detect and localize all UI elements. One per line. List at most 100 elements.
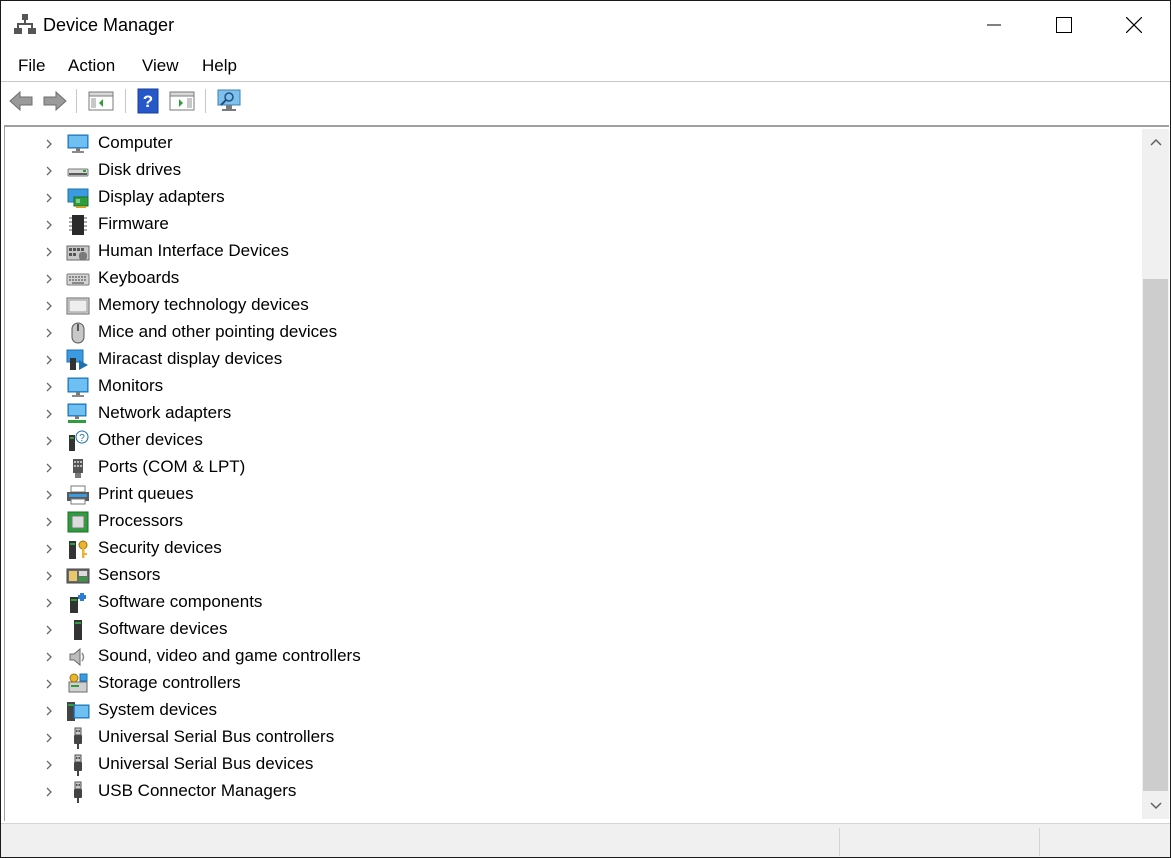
tree-item-label: Sensors xyxy=(98,565,161,584)
tree-item-label: Security devices xyxy=(98,538,222,557)
tree-item-disk[interactable]: Disk drives xyxy=(5,157,605,184)
tree-item-label: Human Interface Devices xyxy=(98,241,289,260)
port-icon xyxy=(73,459,83,478)
monitor-icon xyxy=(67,377,89,397)
chevron-right-icon[interactable] xyxy=(43,192,55,204)
back-button[interactable] xyxy=(7,87,35,115)
tree-item-software-component[interactable]: Software components xyxy=(5,589,605,616)
chevron-right-icon[interactable] xyxy=(43,759,55,771)
tree-item-other[interactable]: ? Other devices xyxy=(5,427,605,454)
svg-text:?: ? xyxy=(79,433,85,444)
close-button[interactable] xyxy=(1099,1,1169,49)
chevron-right-icon[interactable] xyxy=(43,165,55,177)
tree-item-usb[interactable]: Universal Serial Bus devices xyxy=(5,751,605,778)
tree-item-processor[interactable]: Processors xyxy=(5,508,605,535)
minimize-icon xyxy=(987,24,1001,26)
scroll-thumb[interactable] xyxy=(1143,279,1168,791)
processor-icon xyxy=(67,511,89,533)
chevron-right-icon[interactable] xyxy=(43,624,55,636)
tree-item-usb[interactable]: USB Connector Managers xyxy=(5,778,605,805)
tree-item-sound[interactable]: Sound, video and game controllers xyxy=(5,643,605,670)
tree-item-miracast[interactable]: Miracast display devices xyxy=(5,346,605,373)
show-hide-console-tree-icon xyxy=(88,91,114,111)
menu-action[interactable]: Action xyxy=(66,55,117,77)
hid-icon xyxy=(66,245,90,261)
tree-item-network[interactable]: Network adapters xyxy=(5,400,605,427)
toolbar: ? xyxy=(1,81,1170,119)
tree-item-hid[interactable]: Human Interface Devices xyxy=(5,238,605,265)
scroll-up-button[interactable] xyxy=(1142,129,1169,155)
tree-item-display-adapter[interactable]: Display adapters xyxy=(5,184,605,211)
chevron-right-icon[interactable] xyxy=(43,516,55,528)
tree-item-computer[interactable]: Computer xyxy=(5,130,605,157)
tree-item-software-device[interactable]: Software devices xyxy=(5,616,605,643)
menu-view[interactable]: View xyxy=(140,55,181,77)
title-bar[interactable]: Device Manager xyxy=(1,1,1170,49)
toolbar-separator xyxy=(205,89,206,113)
svg-text:?: ? xyxy=(143,92,153,111)
menu-help[interactable]: Help xyxy=(200,55,239,77)
chevron-right-icon[interactable] xyxy=(43,273,55,285)
device-tree[interactable]: Computer Disk drives Display adapters Firmw… xyxy=(5,129,1141,819)
chevron-right-icon[interactable] xyxy=(43,138,55,150)
tree-item-chip[interactable]: Firmware xyxy=(5,211,605,238)
mouse-icon xyxy=(71,322,85,344)
tree-item-label: Software components xyxy=(98,592,263,611)
tree-item-port[interactable]: Ports (COM & LPT) xyxy=(5,454,605,481)
printer-icon xyxy=(67,485,89,505)
tree-item-memory[interactable]: Memory technology devices xyxy=(5,292,605,319)
menu-file[interactable]: File xyxy=(16,55,47,77)
chevron-right-icon[interactable] xyxy=(43,678,55,690)
chevron-right-icon[interactable] xyxy=(43,462,55,474)
tree-item-storage[interactable]: Storage controllers xyxy=(5,670,605,697)
scroll-down-button[interactable] xyxy=(1142,793,1169,819)
tree-item-label: USB Connector Managers xyxy=(98,781,297,800)
forward-button[interactable] xyxy=(41,87,69,115)
tree-item-security[interactable]: Security devices xyxy=(5,535,605,562)
help-button[interactable]: ? xyxy=(134,87,162,115)
toolbar-separator xyxy=(125,89,126,113)
chevron-right-icon[interactable] xyxy=(43,354,55,366)
other-icon: ? xyxy=(69,430,89,451)
chevron-right-icon[interactable] xyxy=(43,786,55,798)
tree-item-system[interactable]: System devices xyxy=(5,697,605,724)
tree-item-label: Monitors xyxy=(98,376,164,395)
chevron-right-icon[interactable] xyxy=(43,300,55,312)
chevron-right-icon[interactable] xyxy=(43,570,55,582)
chevron-right-icon[interactable] xyxy=(43,732,55,744)
tree-item-label: Sound, video and game controllers xyxy=(98,646,361,665)
chevron-down-icon xyxy=(1149,802,1162,810)
chevron-right-icon[interactable] xyxy=(43,381,55,393)
tree-item-sensor[interactable]: Sensors xyxy=(5,562,605,589)
minimize-button[interactable] xyxy=(959,1,1029,49)
maximize-button[interactable] xyxy=(1029,1,1099,49)
tree-item-keyboard[interactable]: Keyboards xyxy=(5,265,605,292)
keyboard-icon xyxy=(66,273,90,286)
tree-item-usb[interactable]: Universal Serial Bus controllers xyxy=(5,724,605,751)
chip-icon xyxy=(69,215,87,235)
show-hide-console-tree-button[interactable] xyxy=(87,87,115,115)
sound-icon xyxy=(69,647,85,667)
usb-icon xyxy=(74,754,82,776)
forward-arrow-icon xyxy=(43,90,67,112)
status-bar-separator xyxy=(839,828,840,856)
chevron-right-icon[interactable] xyxy=(43,435,55,447)
tree-item-mouse[interactable]: Mice and other pointing devices xyxy=(5,319,605,346)
tree-item-printer[interactable]: Print queues xyxy=(5,481,605,508)
chevron-right-icon[interactable] xyxy=(43,651,55,663)
chevron-right-icon[interactable] xyxy=(43,408,55,420)
chevron-up-icon xyxy=(1149,138,1162,146)
chevron-right-icon[interactable] xyxy=(43,597,55,609)
chevron-right-icon[interactable] xyxy=(43,705,55,717)
chevron-right-icon[interactable] xyxy=(43,246,55,258)
chevron-right-icon[interactable] xyxy=(43,489,55,501)
chevron-right-icon[interactable] xyxy=(43,327,55,339)
vertical-scrollbar[interactable] xyxy=(1142,129,1169,819)
action-pane-button[interactable] xyxy=(168,87,196,115)
software-component-icon xyxy=(70,593,86,613)
scan-hardware-changes-button[interactable] xyxy=(215,87,243,115)
tree-item-monitor[interactable]: Monitors xyxy=(5,373,605,400)
chevron-right-icon[interactable] xyxy=(43,219,55,231)
chevron-right-icon[interactable] xyxy=(43,543,55,555)
action-pane-icon xyxy=(169,91,195,111)
